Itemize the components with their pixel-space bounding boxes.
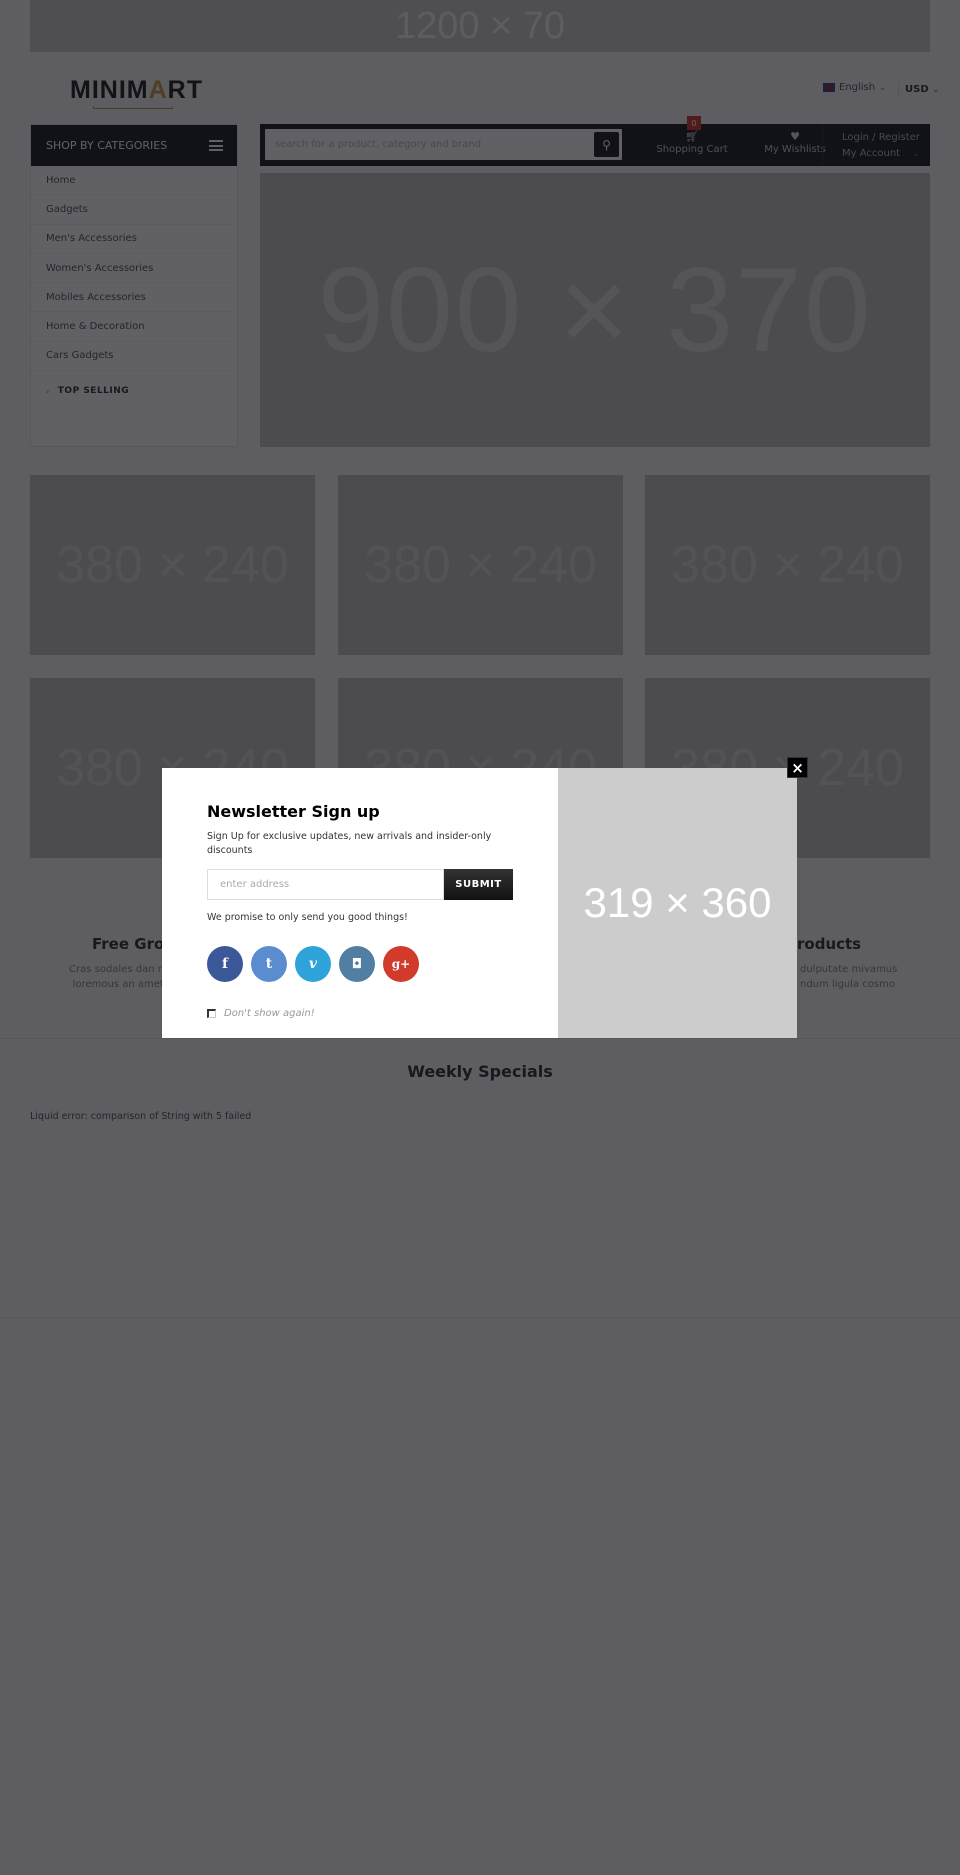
google-plus-icon[interactable]: g+ — [383, 946, 419, 982]
newsletter-title: Newsletter Sign up — [207, 802, 380, 821]
submit-button[interactable]: SUBMIT — [444, 869, 513, 900]
twitter-icon[interactable]: t — [251, 946, 287, 982]
dont-show-again-option[interactable]: Don't show again! — [207, 1008, 315, 1019]
email-field[interactable] — [207, 869, 444, 900]
newsletter-image-placeholder: 319 × 360 — [558, 768, 797, 1038]
dont-show-label: Don't show again! — [224, 1008, 315, 1019]
newsletter-subtitle: Sign Up for exclusive updates, new arriv… — [207, 831, 492, 856]
newsletter-modal: Newsletter Sign up Sign Up for exclusive… — [162, 768, 797, 1038]
dont-show-checkbox[interactable] — [207, 1009, 216, 1018]
newsletter-promise: We promise to only send you good things! — [207, 912, 408, 923]
close-icon[interactable]: × — [787, 757, 808, 778]
vimeo-icon[interactable]: v — [295, 946, 331, 982]
instagram-icon[interactable]: ◘ — [339, 946, 375, 982]
social-links: f t v ◘ g+ — [207, 946, 419, 982]
facebook-icon[interactable]: f — [207, 946, 243, 982]
